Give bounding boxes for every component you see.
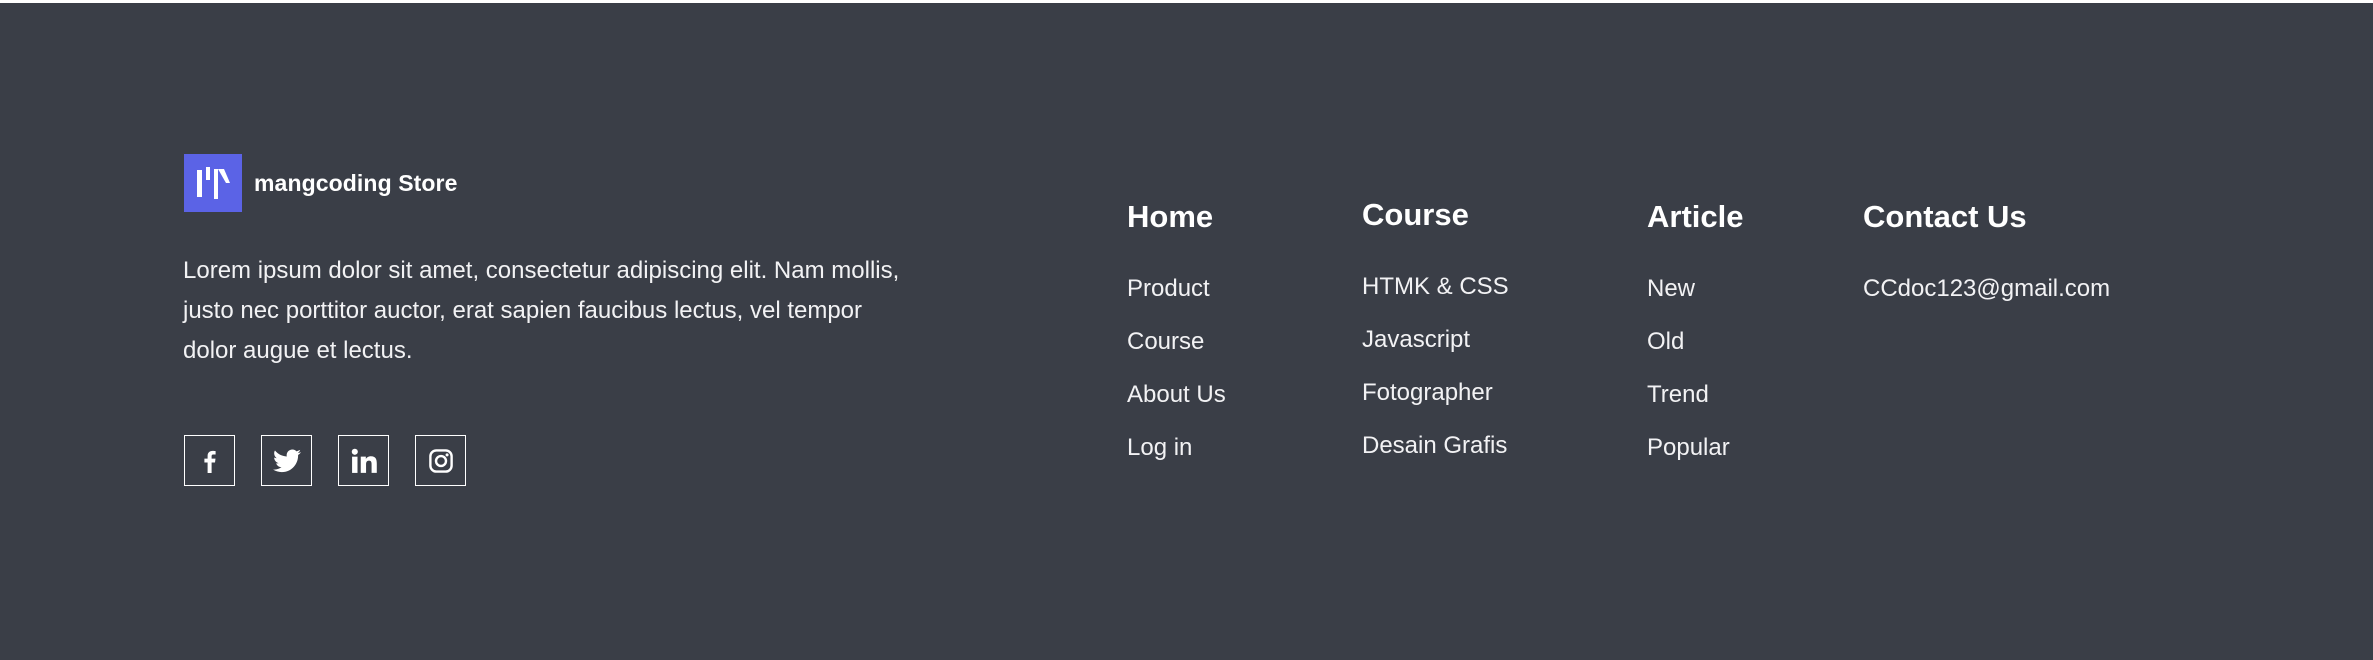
site-footer: mangcoding Store Lorem ipsum dolor sit a… — [0, 3, 2373, 660]
instagram-icon — [428, 448, 453, 473]
linkedin-link[interactable] — [338, 435, 389, 486]
column-title-home: Home — [1127, 199, 1214, 234]
contact-email-link[interactable]: CCdoc123@gmail.com — [1863, 275, 2110, 328]
column-title-article: Article — [1647, 199, 1744, 234]
twitter-link[interactable] — [261, 435, 312, 486]
footer-link-fotographer[interactable]: Fotographer — [1362, 379, 1509, 432]
footer-link-about-us[interactable]: About Us — [1127, 381, 1226, 434]
footer-link-trend[interactable]: Trend — [1647, 381, 1743, 434]
facebook-icon — [203, 450, 216, 473]
footer-link-old[interactable]: Old — [1647, 328, 1743, 381]
footer-link-product[interactable]: Product — [1127, 275, 1226, 328]
facebook-link[interactable] — [184, 435, 235, 486]
brand-logo-icon — [184, 154, 242, 212]
twitter-icon — [272, 448, 301, 472]
column-title-contact: Contact Us — [1863, 199, 2027, 234]
footer-link-javascript[interactable]: Javascript — [1362, 326, 1509, 379]
social-links — [184, 435, 466, 486]
footer-link-course[interactable]: Course — [1127, 328, 1226, 381]
footer-description: Lorem ipsum dolor sit amet, consectetur … — [183, 257, 900, 364]
linkedin-icon — [351, 448, 377, 473]
footer-column-article: Article New Old Trend Popular — [1647, 199, 1743, 487]
footer-link-log-in[interactable]: Log in — [1127, 434, 1226, 487]
footer-column-course: Course HTMK & CSS Javascript Fotographer… — [1362, 197, 1509, 485]
brand[interactable]: mangcoding Store — [184, 154, 458, 212]
footer-column-home: Home Product Course About Us Log in — [1127, 199, 1226, 487]
column-title-course: Course — [1362, 197, 1469, 232]
footer-link-htmk-css[interactable]: HTMK & CSS — [1362, 273, 1509, 326]
footer-link-new[interactable]: New — [1647, 275, 1743, 328]
instagram-link[interactable] — [415, 435, 466, 486]
footer-column-contact: Contact Us CCdoc123@gmail.com — [1863, 199, 2110, 328]
brand-name: mangcoding Store — [254, 169, 458, 196]
footer-link-desain-grafis[interactable]: Desain Grafis — [1362, 432, 1509, 485]
footer-link-popular[interactable]: Popular — [1647, 434, 1743, 487]
